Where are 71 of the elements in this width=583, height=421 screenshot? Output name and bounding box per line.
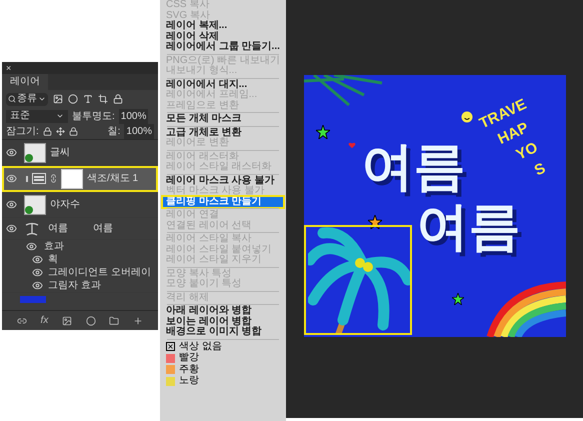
effect-name[interactable]: 그림자 효과 <box>48 278 101 293</box>
opacity-label: 불투명도: <box>72 110 115 124</box>
visibility-eye-icon[interactable] <box>6 223 16 234</box>
menu-item[interactable]: 모든 개체 마스크 <box>163 114 283 124</box>
color-fill-thumbnail <box>20 296 46 302</box>
star-icon <box>368 215 382 229</box>
clip-indicator-icon <box>26 176 28 182</box>
chain-link-icon[interactable] <box>49 174 58 183</box>
menu-item[interactable]: 배경으로 이미지 병합 <box>163 327 283 338</box>
visibility-eye-icon[interactable] <box>6 199 16 210</box>
text-filter-icon[interactable] <box>83 94 93 104</box>
lock-pixels-icon[interactable] <box>42 127 52 136</box>
no-color-icon <box>166 342 175 352</box>
menu-item[interactable]: 색상 없음 <box>163 342 283 352</box>
menu-item[interactable]: 빨강 <box>163 353 283 364</box>
layer-name[interactable]: 색조/채도 1 <box>87 171 138 186</box>
menu-item[interactable]: 레이어 복제... <box>163 21 283 32</box>
layers-tab[interactable]: 레이어 <box>2 74 48 90</box>
effect-name[interactable]: 그레이디언트 오버레이 <box>48 265 151 280</box>
menu-item[interactable]: 클리핑 마스크 만들기 <box>163 196 283 207</box>
chevron-down-icon <box>56 112 64 120</box>
layer-row[interactable]: 야자수 <box>2 192 158 218</box>
visibility-eye-icon[interactable] <box>26 241 36 252</box>
warped-text-icon <box>24 220 40 236</box>
smiley-icon <box>460 111 472 123</box>
menu-item[interactable]: 보이는 레이어 병합 <box>163 316 283 327</box>
shape-filter-icon[interactable] <box>98 94 108 104</box>
lock-label: 잠그기: <box>6 125 39 139</box>
heart-icon <box>348 141 356 149</box>
search-icon <box>8 95 16 103</box>
layer-row[interactable]: 색조/채도 1 <box>2 166 158 192</box>
menu-item[interactable]: 레이어 마스크 사용 불가 <box>163 176 283 186</box>
layer-name[interactable]: 야자수 <box>50 197 80 212</box>
link-layers-icon[interactable] <box>16 316 27 326</box>
layer-mask-thumbnail <box>61 168 83 188</box>
menu-item[interactable]: 레이어 삭제 <box>163 32 283 42</box>
lock-all-icon[interactable] <box>68 127 78 136</box>
visibility-eye-icon[interactable] <box>32 267 42 278</box>
star-icon <box>452 293 464 305</box>
lock-position-icon[interactable] <box>56 127 65 136</box>
layer-style-button[interactable]: fx <box>40 313 48 328</box>
new-layer-icon[interactable] <box>133 316 144 326</box>
visibility-eye-icon[interactable] <box>32 254 42 265</box>
visibility-eye-icon[interactable] <box>6 173 16 184</box>
layer-row[interactable]: 여름 여름 <box>2 218 158 240</box>
fill-label: 칠: <box>108 125 120 139</box>
visibility-eye-icon[interactable] <box>32 280 42 291</box>
chevron-down-icon <box>38 95 46 103</box>
opacity-field[interactable]: 100% <box>118 108 148 124</box>
fill-field[interactable]: 100% <box>124 124 154 139</box>
layer-thumbnail <box>24 194 46 214</box>
star-icon <box>316 125 330 139</box>
effects-label[interactable]: 효과 <box>44 239 64 254</box>
menu-item[interactable]: 노랑 <box>163 376 283 386</box>
new-group-icon[interactable] <box>109 316 120 326</box>
menu-item[interactable]: 주황 <box>163 364 283 375</box>
menu-item[interactable]: 레이어에서 대지... <box>163 80 283 90</box>
visibility-eye-icon[interactable] <box>6 147 16 158</box>
close-button[interactable]: × <box>6 64 12 72</box>
blend-mode-dropdown[interactable]: 표준 <box>6 110 68 122</box>
menu-item[interactable]: 아래 레이어와 병합 <box>163 306 283 316</box>
menu-item[interactable]: 고급 개체로 변환 <box>163 128 283 138</box>
filter-dropdown[interactable]: 종류 <box>6 92 48 106</box>
layer-thumbnail <box>24 142 46 162</box>
image-filter-icon[interactable] <box>53 94 63 104</box>
menu-item[interactable]: 레이어에서 그룹 만들기... <box>163 42 283 52</box>
title-text: 여름 <box>416 197 520 257</box>
layer-name[interactable]: 글씨 <box>50 145 70 160</box>
effect-name[interactable]: 획 <box>48 252 58 267</box>
layer-name[interactable]: 여름 여름 <box>48 221 113 236</box>
hue-saturation-icon <box>32 173 46 184</box>
